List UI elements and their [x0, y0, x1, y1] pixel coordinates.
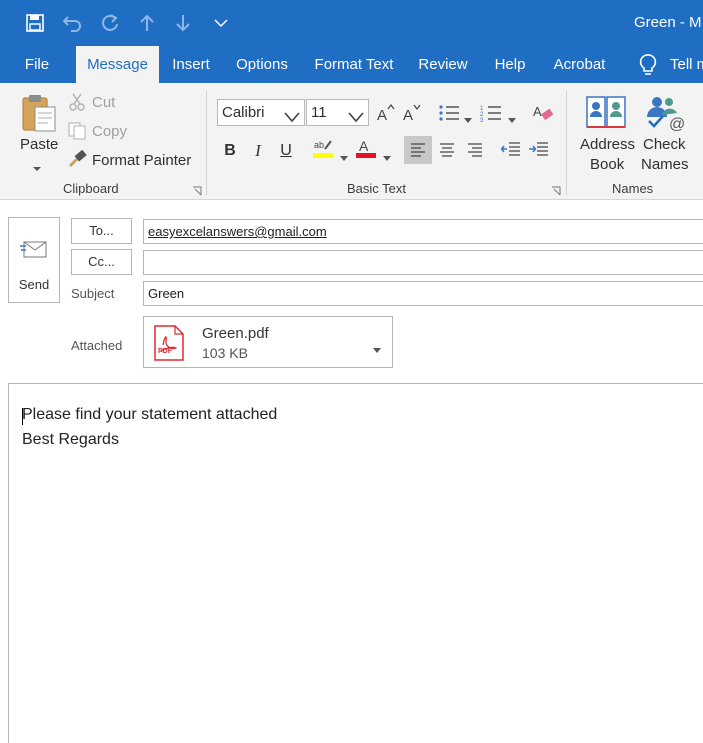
- attachment-size: 103 KB: [202, 345, 248, 361]
- window-title: Green - M: [634, 14, 702, 31]
- format-painter-button[interactable]: Format Painter: [92, 152, 191, 169]
- paste-icon[interactable]: [20, 93, 58, 133]
- tab-message[interactable]: Message: [76, 46, 159, 83]
- scissors-icon: [68, 93, 86, 111]
- italic-icon[interactable]: I: [245, 137, 271, 165]
- attachment-dropdown-icon[interactable]: [373, 340, 381, 358]
- tab-insert[interactable]: Insert: [166, 46, 216, 83]
- tab-tell-me[interactable]: Tell m: [670, 46, 703, 83]
- highlight-icon[interactable]: ab: [310, 135, 336, 163]
- send-envelope-icon: [20, 236, 50, 265]
- attachment-name: Green.pdf: [202, 325, 269, 342]
- tab-file[interactable]: File: [14, 46, 60, 83]
- cc-field[interactable]: [143, 250, 703, 275]
- clipboard-launcher-icon[interactable]: [192, 183, 202, 201]
- to-button[interactable]: To...: [71, 218, 132, 244]
- check-names-label-1[interactable]: Check: [643, 136, 686, 153]
- shrink-font-icon[interactable]: A: [398, 99, 424, 127]
- customize-toolbar-icon[interactable]: [208, 10, 234, 36]
- svg-text:A: A: [403, 107, 413, 123]
- clear-formatting-icon[interactable]: A: [530, 99, 556, 127]
- tab-format-text[interactable]: Format Text: [308, 46, 400, 83]
- to-field[interactable]: easyexcelanswers@gmail.com: [143, 219, 703, 244]
- font-color-dropdown-icon[interactable]: [383, 148, 391, 166]
- tab-review[interactable]: Review: [413, 46, 473, 83]
- svg-text:A: A: [377, 107, 387, 123]
- increase-indent-icon[interactable]: [526, 136, 552, 164]
- font-size-combo[interactable]: 11: [306, 99, 369, 126]
- paste-button[interactable]: Paste: [20, 136, 58, 153]
- format-painter-icon: [68, 149, 88, 168]
- title-bar: Green - M: [0, 0, 703, 46]
- to-recipient[interactable]: easyexcelanswers@gmail.com: [148, 224, 327, 239]
- send-button[interactable]: Send: [8, 217, 60, 303]
- undo-icon[interactable]: [60, 10, 86, 36]
- cut-button[interactable]: Cut: [92, 94, 115, 111]
- chevron-down-icon: [348, 106, 364, 131]
- pdf-file-icon: [153, 325, 185, 361]
- redo-icon[interactable]: [97, 10, 123, 36]
- decrease-indent-icon[interactable]: [498, 136, 524, 164]
- tab-options[interactable]: Options: [230, 46, 294, 83]
- chevron-down-icon: [284, 106, 300, 131]
- align-center-icon[interactable]: [434, 136, 460, 164]
- address-book-label-2[interactable]: Book: [590, 156, 624, 173]
- svg-text:@: @: [669, 116, 685, 131]
- ribbon-tabs: File Message Insert Options Format Text …: [0, 46, 703, 83]
- divider: [206, 91, 207, 195]
- cc-button[interactable]: Cc...: [71, 249, 132, 275]
- arrow-down-icon[interactable]: [170, 10, 196, 36]
- divider: [566, 91, 567, 195]
- font-color-icon[interactable]: A: [353, 135, 379, 163]
- save-icon[interactable]: [22, 10, 48, 36]
- tab-acrobat[interactable]: Acrobat: [546, 46, 613, 83]
- address-book-icon[interactable]: [585, 93, 627, 131]
- check-names-label-2[interactable]: Names: [641, 156, 689, 173]
- subject-label: Subject: [71, 286, 115, 301]
- names-group-label: Names: [612, 181, 654, 196]
- svg-text:3: 3: [480, 118, 484, 122]
- basic-text-launcher-icon[interactable]: [551, 183, 561, 201]
- attached-label: Attached: [71, 338, 123, 353]
- font-name-value: Calibri: [222, 104, 265, 121]
- pdf-badge: PDF: [158, 348, 172, 355]
- check-names-icon[interactable]: @: [643, 93, 685, 133]
- attachment-chip[interactable]: PDF Green.pdf 103 KB: [143, 316, 393, 368]
- message-body[interactable]: Please find your statement attached Best…: [8, 383, 703, 743]
- align-left-icon[interactable]: [404, 136, 432, 164]
- tab-help[interactable]: Help: [487, 46, 533, 83]
- numbering-icon[interactable]: 123: [478, 99, 504, 127]
- bold-icon[interactable]: B: [217, 137, 243, 165]
- bullets-icon[interactable]: [436, 99, 462, 127]
- align-right-icon[interactable]: [462, 136, 488, 164]
- body-line: Please find your statement attached: [22, 406, 278, 423]
- numbering-dropdown-icon[interactable]: [508, 110, 516, 128]
- copy-button[interactable]: Copy: [92, 123, 127, 140]
- clipboard-group-label: Clipboard: [63, 181, 119, 196]
- basic-text-group-label: Basic Text: [347, 181, 407, 196]
- lightbulb-icon[interactable]: [636, 53, 660, 77]
- highlight-dropdown-icon[interactable]: [340, 148, 348, 166]
- address-book-label-1[interactable]: Address: [580, 136, 635, 153]
- arrow-up-icon[interactable]: [134, 10, 160, 36]
- bullets-dropdown-icon[interactable]: [464, 110, 472, 128]
- grow-font-icon[interactable]: A: [372, 99, 398, 127]
- subject-field[interactable]: Green: [143, 281, 703, 306]
- underline-icon[interactable]: U: [273, 137, 299, 165]
- ribbon: Paste Cut Copy Format Painter Clipboard …: [0, 83, 703, 200]
- paste-dropdown-icon[interactable]: [32, 159, 42, 177]
- send-label: Send: [18, 277, 50, 292]
- svg-text:ab: ab: [314, 140, 324, 150]
- copy-icon: [68, 122, 86, 140]
- font-size-value: 11: [311, 104, 327, 121]
- body-line: Best Regards: [22, 431, 119, 448]
- font-name-combo[interactable]: Calibri: [217, 99, 305, 126]
- svg-text:A: A: [533, 104, 542, 119]
- svg-text:A: A: [359, 138, 369, 154]
